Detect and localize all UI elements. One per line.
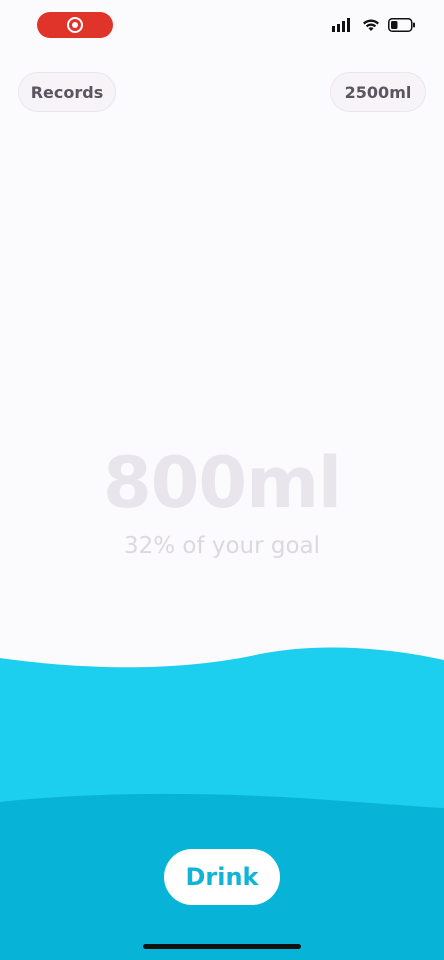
status-bar <box>0 0 444 52</box>
records-button-label: Records <box>30 82 104 102</box>
daily-goal-label: 2500ml <box>344 82 412 102</box>
records-button[interactable]: Records <box>18 72 116 112</box>
drink-button[interactable]: Drink <box>164 849 280 905</box>
drink-button-label: Drink <box>185 863 259 891</box>
goal-percentage: 32% of your goal <box>123 533 321 559</box>
status-icons <box>332 18 416 32</box>
daily-goal-button[interactable]: 2500ml <box>330 72 426 112</box>
screen-recording-indicator[interactable] <box>37 12 113 38</box>
battery-icon <box>388 18 415 32</box>
screen-recording-icon <box>67 17 83 33</box>
cellular-signal-icon <box>332 18 350 32</box>
home-indicator[interactable] <box>143 944 301 949</box>
water-tracker-screen: Records 2500ml 800ml 32% of your goal Dr… <box>0 0 444 960</box>
water-amount: 800ml <box>102 442 342 524</box>
water-wave <box>0 647 444 960</box>
wifi-icon <box>363 19 379 31</box>
